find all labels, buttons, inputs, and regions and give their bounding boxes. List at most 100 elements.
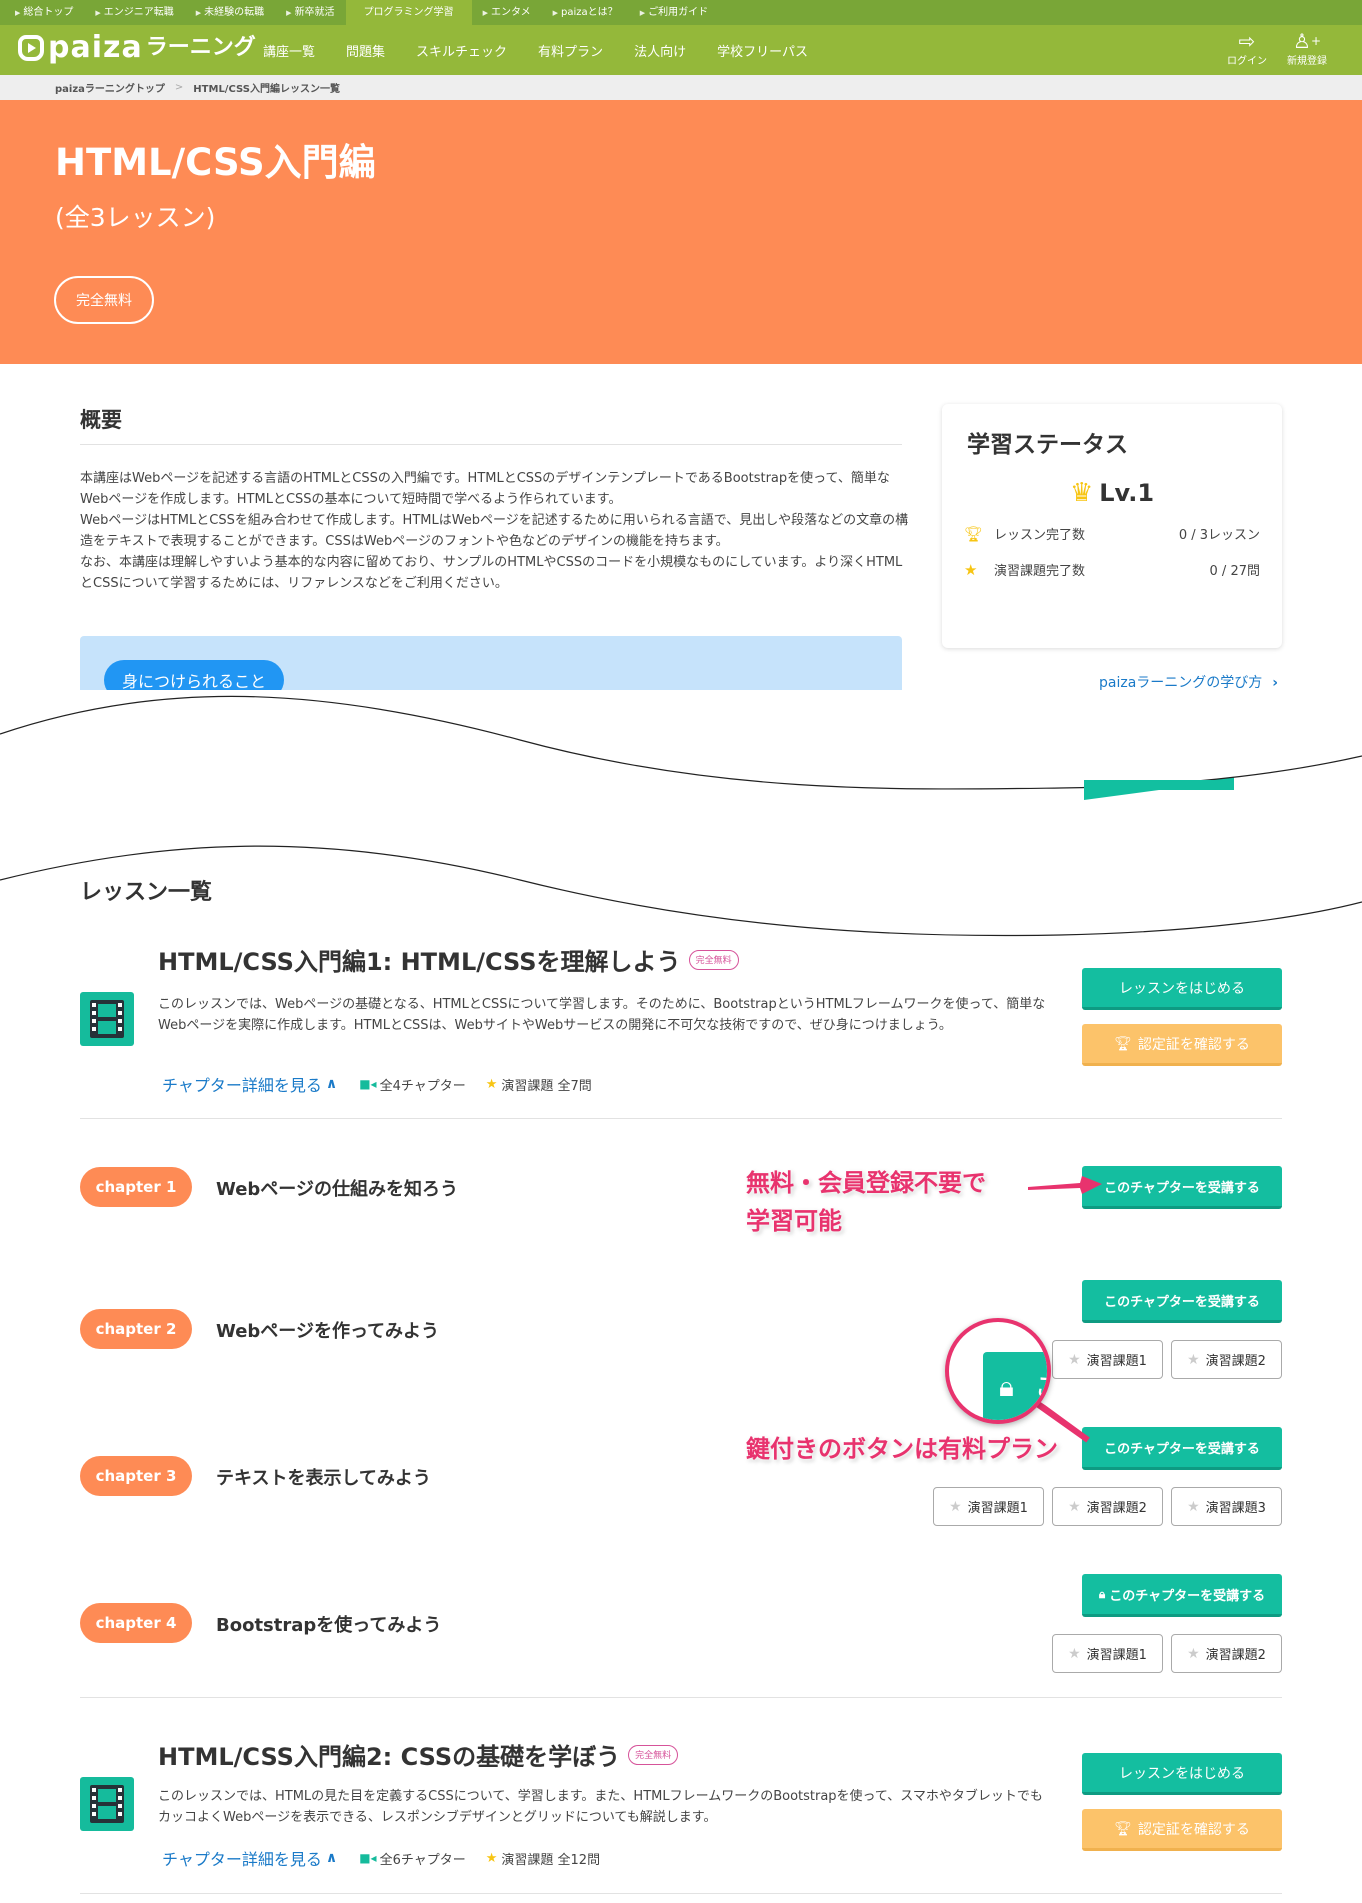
chapter-1-take-button[interactable]: このチャプターを受講する (1082, 1166, 1282, 1209)
star-icon: ★ (1187, 1351, 1200, 1368)
triangle-icon: ▶ (482, 9, 488, 17)
star-icon: ★ (949, 1498, 962, 1515)
lesson-1-title[interactable]: HTML/CSS入門編1: HTML/CSSを理解しよう 完全無料 (158, 942, 739, 977)
annotation-zoom-circle: 🔒︎ こ (945, 1318, 1051, 1424)
status-title: 学習ステータス (967, 432, 1128, 458)
exercise-button[interactable]: ★ 演習課題1 (1052, 1340, 1163, 1379)
nav-paid-plan[interactable]: 有料プラン (538, 41, 603, 60)
star-icon: ★ (1187, 1498, 1200, 1515)
triangle-icon: ▶ (552, 9, 559, 17)
lesson-2-meta: チャプター詳細を見る ∧ ■◂ 全6チャプター ★ 演習課題 全12問 (162, 1846, 600, 1870)
page-cut-gap (0, 690, 1362, 950)
check-certificate-button[interactable]: 🏆︎ 認定証を確認する (1082, 1809, 1282, 1851)
topnav-item-guide[interactable]: ▶ ご利用ガイド (629, 0, 719, 25)
chapter-2-take-button[interactable]: このチャプターを受講する (1082, 1280, 1282, 1323)
topnav-item-programming[interactable]: プログラミング学習 (345, 0, 472, 25)
chevron-right-icon: › (1272, 675, 1279, 691)
topnav-item-entame[interactable]: ▶ エンタメ (472, 0, 542, 25)
video-icon: ■◂ (359, 1077, 377, 1091)
chapter-1-title: Webページの仕組みを知ろう (216, 1179, 458, 1200)
breadcrumb: paizaラーニングトップ > HTML/CSS入門編レッスン一覧 (0, 75, 1362, 100)
login-button[interactable]: ⇨ ログイン (1217, 27, 1277, 69)
lesson-2-title[interactable]: HTML/CSS入門編2: CSSの基礎を学ぼう 完全無料 (158, 1737, 679, 1772)
topnav-item-top[interactable]: ▶ 総合トップ (4, 0, 84, 25)
level-value: Lv.1 (1099, 479, 1155, 507)
topnav-item-engineer-career[interactable]: ▶ エンジニア転職 (84, 0, 184, 25)
chapter-detail-link[interactable]: チャプター詳細を見る (162, 1072, 322, 1096)
breadcrumb-separator: > (174, 82, 184, 93)
chevron-up-icon[interactable]: ∧ (326, 1076, 337, 1092)
nav-school-pass[interactable]: 学校フリーパス (717, 41, 808, 60)
overview-text: 本講座はWebページを記述する言語のHTMLとCSSの入門編です。HTMLとCS… (80, 471, 909, 591)
chapter-detail-link[interactable]: チャプター詳細を見る (162, 1846, 322, 1870)
lesson-2-description: このレッスンでは、HTMLの見た目を定義するCSSについて、学習します。また、H… (158, 1789, 1043, 1825)
nav-skill-check[interactable]: スキルチェック (416, 41, 507, 60)
course-title: HTML/CSS入門編 (55, 141, 376, 184)
chapter-2-badge: chapter 2 (80, 1309, 192, 1349)
start-lesson-button[interactable]: レッスンをはじめる (1082, 968, 1282, 1010)
triangle-icon: ▶ (95, 9, 101, 17)
triangle-icon: ▶ (286, 9, 292, 17)
start-lesson-button[interactable]: レッスンをはじめる (1082, 1753, 1282, 1795)
how-to-learn-link[interactable]: paizaラーニングの学び方 › (1099, 672, 1278, 692)
chapter-3-take-button[interactable]: このチャプターを受講する (1082, 1427, 1282, 1470)
signup-button[interactable]: ♙+ 新規登録 (1277, 27, 1337, 69)
divider (80, 1697, 1282, 1698)
lesson-complete-row: 🏆︎ レッスン完了数 0 / 3レッスン (964, 524, 1260, 544)
trophy-icon: 🏆︎ (1114, 1035, 1132, 1052)
lesson-complete-value: 0 / 3レッスン (1178, 528, 1260, 543)
course-hero: HTML/CSS入門編 (全3レッスン) 完全無料 (0, 100, 1362, 364)
add-user-icon: ♙+ (1293, 29, 1321, 53)
divider (80, 1893, 1282, 1894)
topnav-item-new-grad[interactable]: ▶ 新卒就活 (275, 0, 345, 25)
login-icon: ⇨ (1238, 29, 1256, 53)
topnav-item-about[interactable]: ▶ paizaとは？ (542, 0, 629, 25)
film-icon (90, 1000, 124, 1038)
breadcrumb-home[interactable]: paizaラーニングトップ (55, 80, 165, 95)
check-certificate-button[interactable]: 🏆︎ 認定証を確認する (1082, 1024, 1282, 1066)
free-badge: 完全無料 (54, 276, 154, 324)
video-icon: ■◂ (359, 1851, 377, 1865)
chevron-up-icon[interactable]: ∧ (326, 1850, 337, 1866)
divider (80, 1118, 1282, 1119)
exercise-button[interactable]: ★ 演習課題1 (1052, 1634, 1163, 1673)
lesson-1-meta: チャプター詳細を見る ∧ ■◂ 全4チャプター ★ 演習課題 全7問 (162, 1072, 592, 1096)
lesson-1-description: このレッスンでは、Webページの基礎となる、HTMLとCSSについて学習します。… (158, 997, 1046, 1033)
star-icon: ★ (1068, 1351, 1081, 1368)
star-icon: ★ (1068, 1645, 1081, 1662)
global-top-nav: ▶ 総合トップ ▶ エンジニア転職 ▶ 未経験の転職 ▶ 新卒就活 プログラミング学習 … (0, 0, 1362, 25)
exercise-button[interactable]: ★ 演習課題3 (1171, 1487, 1282, 1526)
overview-title: 概要 (80, 408, 122, 432)
star-icon: ★ (485, 1850, 498, 1866)
course-lesson-count: (全3レッスン) (55, 203, 216, 232)
lock-icon: 🔒︎ (999, 1370, 1014, 1403)
annotation-free-note: 無料・会員登録不要で 学習可能 (746, 1169, 986, 1235)
topnav-item-inexperienced-career[interactable]: ▶ 未経験の転職 (185, 0, 275, 25)
video-lesson-icon (80, 992, 134, 1046)
main-nav: 講座一覧 問題集 スキルチェック 有料プラン 法人向け 学校フリーパス (263, 25, 839, 75)
exercise-button[interactable]: ★ 演習課題2 (1171, 1634, 1282, 1673)
trophy-icon: 🏆︎ (1114, 1820, 1132, 1837)
lock-icon: 🔒︎ (1098, 1586, 1106, 1601)
paiza-logo[interactable]: paiza ラーニング (18, 33, 256, 63)
star-icon: ★ (485, 1076, 498, 1092)
film-icon (90, 1785, 124, 1823)
divider (80, 444, 902, 445)
crown-icon: ♛ (1069, 478, 1094, 508)
exercise-button[interactable]: ★ 演習課題1 (933, 1487, 1044, 1526)
video-lesson-icon (80, 1777, 134, 1831)
triangle-icon: ▶ (195, 9, 202, 17)
chapter-4-badge: chapter 4 (80, 1603, 192, 1643)
nav-courses[interactable]: 講座一覧 (263, 41, 315, 60)
exercise-button[interactable]: ★ 演習課題2 (1052, 1487, 1163, 1526)
nav-problems[interactable]: 問題集 (346, 41, 385, 60)
exercise-complete-value: 0 / 27問 (1209, 564, 1260, 579)
nav-business[interactable]: 法人向け (634, 41, 686, 60)
chapter-2-exercises: ★ 演習課題1 ★ 演習課題2 (1052, 1340, 1282, 1379)
star-icon: ★ (1187, 1645, 1200, 1662)
exercise-button[interactable]: ★ 演習課題2 (1171, 1340, 1282, 1379)
chapter-3-title: テキストを表示してみよう (216, 1468, 431, 1489)
triangle-icon: ▶ (639, 9, 646, 17)
chapter-4-take-button-locked[interactable]: 🔒︎ このチャプターを受講する (1082, 1574, 1282, 1617)
free-badge: 完全無料 (628, 1744, 679, 1765)
